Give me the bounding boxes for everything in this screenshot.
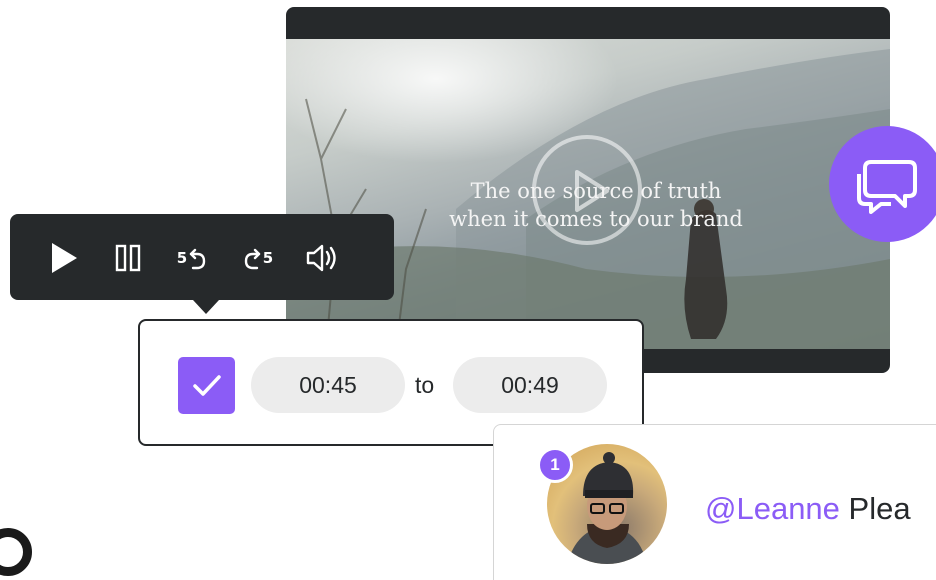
comment-card[interactable]: 1 @Leanne Plea <box>493 424 936 580</box>
rewind-seconds: 5 <box>176 249 188 267</box>
start-time-input[interactable]: 00:45 <box>251 357 405 413</box>
rewind-icon <box>190 248 206 270</box>
video-caption: The one source of truth when it comes to… <box>416 177 776 233</box>
notification-badge: 1 <box>537 447 573 483</box>
stage: The one source of truth when it comes to… <box>0 0 936 580</box>
range-to-label: to <box>415 372 435 398</box>
video-frame[interactable]: The one source of truth when it comes to… <box>286 39 890 349</box>
chat-button[interactable] <box>829 126 936 242</box>
volume-icon <box>306 244 336 272</box>
forward-seconds: 5 <box>262 249 274 267</box>
forward-button[interactable]: 5 <box>236 236 280 280</box>
pause-button[interactable] <box>106 236 150 280</box>
player-controls: 5 5 <box>10 214 394 314</box>
mention-link[interactable]: @Leanne <box>705 491 840 526</box>
play-icon <box>52 243 77 273</box>
pause-icon <box>115 244 141 272</box>
comment-text: @Leanne Plea <box>705 491 911 527</box>
brand-logo-icon <box>0 528 32 576</box>
chat-bubbles-icon <box>857 160 917 214</box>
play-button[interactable] <box>42 236 86 280</box>
comment-body: Plea <box>839 491 911 526</box>
range-checkbox[interactable] <box>178 357 235 414</box>
volume-button[interactable] <box>300 236 344 280</box>
caption-line-2: when it comes to our brand <box>449 207 743 231</box>
rewind-button[interactable]: 5 <box>170 236 214 280</box>
caption-line-1: The one source of truth <box>470 179 722 203</box>
forward-icon <box>244 248 260 270</box>
checkmark-icon <box>193 375 221 396</box>
end-time-input[interactable]: 00:49 <box>453 357 607 413</box>
